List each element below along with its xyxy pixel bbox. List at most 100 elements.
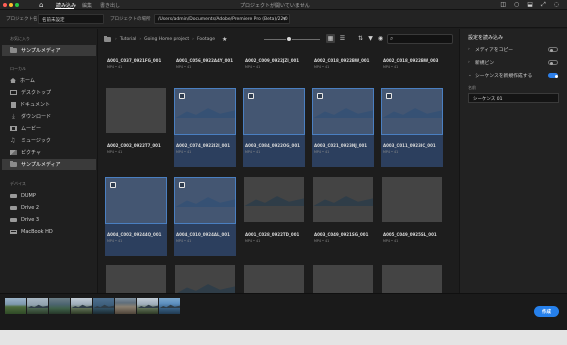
sidebar-item-drive-3[interactable]: Drive 3 — [2, 214, 96, 225]
search-input[interactable]: ⌕ — [387, 34, 453, 44]
option-copy-media[interactable]: › メディアをコピー — [468, 45, 564, 54]
breadcrumb-item[interactable]: Footage — [197, 37, 215, 42]
favorite-star-icon[interactable]: ★ — [222, 36, 227, 43]
clip-thumbnail[interactable] — [174, 88, 236, 135]
sidebar-item-sample-media-fav[interactable]: サンプルメディア — [2, 45, 96, 56]
sidebar-item-desktop[interactable]: デスクトップ — [2, 87, 96, 98]
progress-icon[interactable]: ○ — [514, 1, 519, 9]
media-tile[interactable]: A003_C084_0922OG_001 MP4 • 41 — [243, 88, 305, 167]
view-options-icon[interactable]: ◉ — [376, 34, 385, 43]
clip-meta: MP4 • 41 — [176, 150, 192, 154]
media-tile[interactable] — [174, 265, 236, 293]
media-tile[interactable] — [312, 265, 374, 293]
media-tile[interactable] — [381, 265, 443, 293]
new-bin-toggle[interactable] — [548, 60, 558, 65]
sidebar-item-label: MacBook HD — [21, 228, 53, 235]
selected-clip-thumbnail[interactable] — [93, 298, 114, 314]
selected-clip-thumbnail[interactable] — [5, 298, 26, 314]
clip-thumbnail[interactable] — [382, 265, 442, 293]
media-tile[interactable]: A003_C011_0923IC_001 MP4 • 41 — [381, 88, 443, 167]
clip-thumbnail[interactable] — [174, 177, 236, 224]
sidebar-item-macbook-hd[interactable]: MacBook HD — [2, 226, 96, 237]
clip-thumbnail[interactable] — [175, 265, 235, 293]
home-icon[interactable]: ⌂ — [39, 1, 43, 9]
selected-clip-thumbnail[interactable] — [159, 298, 180, 314]
checkbox-icon[interactable] — [386, 93, 392, 99]
sidebar-item-music[interactable]: ♫ ミュージック — [2, 135, 96, 146]
sequence-name-input[interactable]: シーケンス 01 — [468, 93, 559, 103]
selected-clip-thumbnail[interactable] — [49, 298, 70, 314]
checkbox-icon[interactable] — [317, 93, 323, 99]
quick-export-icon[interactable]: ⬓ — [527, 1, 533, 9]
premiere-import-window: ⌂ 読み込み 編集 書き出し プロジェクトが開いていません ◫ ○ ⬓ ⤢ ◌ … — [0, 0, 567, 345]
breadcrumb-item[interactable]: Going Home project — [144, 37, 189, 42]
clip-thumbnail[interactable] — [105, 177, 167, 224]
media-tile[interactable]: A003_C021_0923NJ_001 MP4 • 41 — [312, 88, 374, 167]
media-tile[interactable]: A001_C028_0922TD_001 MP4 • 41 — [243, 177, 305, 243]
create-button[interactable]: 作成 — [534, 306, 559, 317]
sidebar-item-sample-media[interactable]: サンプルメディア — [2, 159, 96, 170]
project-name-input[interactable]: 名前未設定 — [38, 14, 104, 24]
sidebar-item-movies[interactable]: ムービー — [2, 123, 96, 134]
picture-icon — [10, 150, 17, 155]
option-create-sequence[interactable]: ⌄ シーケンスを新規作成する — [468, 71, 564, 80]
checkbox-icon[interactable] — [248, 93, 254, 99]
clip-meta: MP4 • 41 — [176, 239, 192, 243]
sidebar-item-pictures[interactable]: ピクチャ — [2, 147, 96, 158]
fullscreen-icon[interactable]: ⤢ — [541, 1, 546, 9]
minimize-window-button[interactable] — [9, 3, 13, 7]
project-name-label: プロジェクト名 — [6, 17, 38, 22]
clip-name: A003_C049_0921SG_001 — [314, 232, 369, 237]
clip-thumbnail[interactable] — [244, 177, 304, 222]
clip-thumbnail[interactable] — [382, 177, 442, 222]
create-sequence-toggle[interactable] — [548, 73, 558, 78]
selected-clip-thumbnail[interactable] — [137, 298, 158, 314]
copy-media-toggle[interactable] — [548, 47, 558, 52]
workspace-icon[interactable]: ◫ — [500, 1, 506, 9]
filter-icon[interactable]: ▼ — [366, 34, 375, 43]
clip-meta: MP4 • 41 — [245, 65, 261, 69]
thumbnail-size-slider[interactable] — [264, 39, 320, 40]
sidebar-item-label: DUMP — [21, 192, 36, 199]
media-tile[interactable]: A004_C002_09244Q_001 MP4 • 41 — [105, 177, 167, 256]
selected-clip-thumbnail[interactable] — [27, 298, 48, 314]
sidebar-item-downloads[interactable]: ⤓ ダウンロード — [2, 111, 96, 122]
thumbnail-size-handle[interactable] — [286, 36, 293, 42]
sidebar-item-drive-2[interactable]: Drive 2 — [2, 202, 96, 213]
clip-thumbnail[interactable] — [243, 88, 305, 135]
grid-view-icon[interactable]: ▦ — [326, 34, 335, 43]
sort-icon[interactable]: ⇅ — [356, 34, 365, 43]
clip-thumbnail[interactable] — [106, 88, 166, 133]
clip-thumbnail[interactable] — [313, 265, 373, 293]
sidebar-item-label: ムービー — [21, 126, 42, 132]
sidebar-item-documents[interactable]: ドキュメント — [2, 99, 96, 110]
checkbox-icon[interactable] — [179, 93, 185, 99]
breadcrumb-item[interactable]: Tutorial — [120, 37, 137, 42]
media-tile[interactable] — [105, 265, 167, 293]
project-location-select[interactable]: /Users/admin/Documents/Adobe/Premiere Pr… — [154, 14, 290, 24]
media-tile[interactable]: A003_C049_0921SG_001 MP4 • 41 — [312, 177, 374, 243]
checkbox-icon[interactable] — [179, 182, 185, 188]
clip-thumbnail[interactable] — [313, 177, 373, 222]
media-tile[interactable]: A002_C002_0922T7_001 MP4 • 41 — [105, 88, 167, 154]
checkbox-icon[interactable] — [110, 182, 116, 188]
notifications-icon[interactable]: ◌ — [554, 1, 559, 9]
media-tile[interactable]: A005_C049_0925SL_001 MP4 • 41 — [381, 177, 443, 243]
list-view-icon[interactable]: ☰ — [338, 34, 347, 43]
clip-thumbnail[interactable] — [312, 88, 374, 135]
clip-thumbnail[interactable] — [106, 265, 166, 293]
clip-thumbnail[interactable] — [244, 265, 304, 293]
clip-thumbnail[interactable] — [381, 88, 443, 135]
tab-export[interactable]: 書き出し — [100, 2, 120, 9]
selected-clip-thumbnail[interactable] — [115, 298, 136, 314]
sidebar-item-home[interactable]: ホーム — [2, 75, 96, 86]
media-tile[interactable]: A004_C010_0924AL_001 MP4 • 41 — [174, 177, 236, 256]
sidebar-item-dump[interactable]: DUMP — [2, 190, 96, 201]
option-new-bin[interactable]: › 新規ビン — [468, 58, 564, 67]
selected-clip-thumbnail[interactable] — [71, 298, 92, 314]
media-tile[interactable]: A002_C074_0922I2I_001 MP4 • 41 — [174, 88, 236, 167]
tab-edit[interactable]: 編集 — [82, 2, 92, 9]
zoom-window-button[interactable] — [15, 3, 19, 7]
close-window-button[interactable] — [3, 3, 7, 7]
media-tile[interactable] — [243, 265, 305, 293]
